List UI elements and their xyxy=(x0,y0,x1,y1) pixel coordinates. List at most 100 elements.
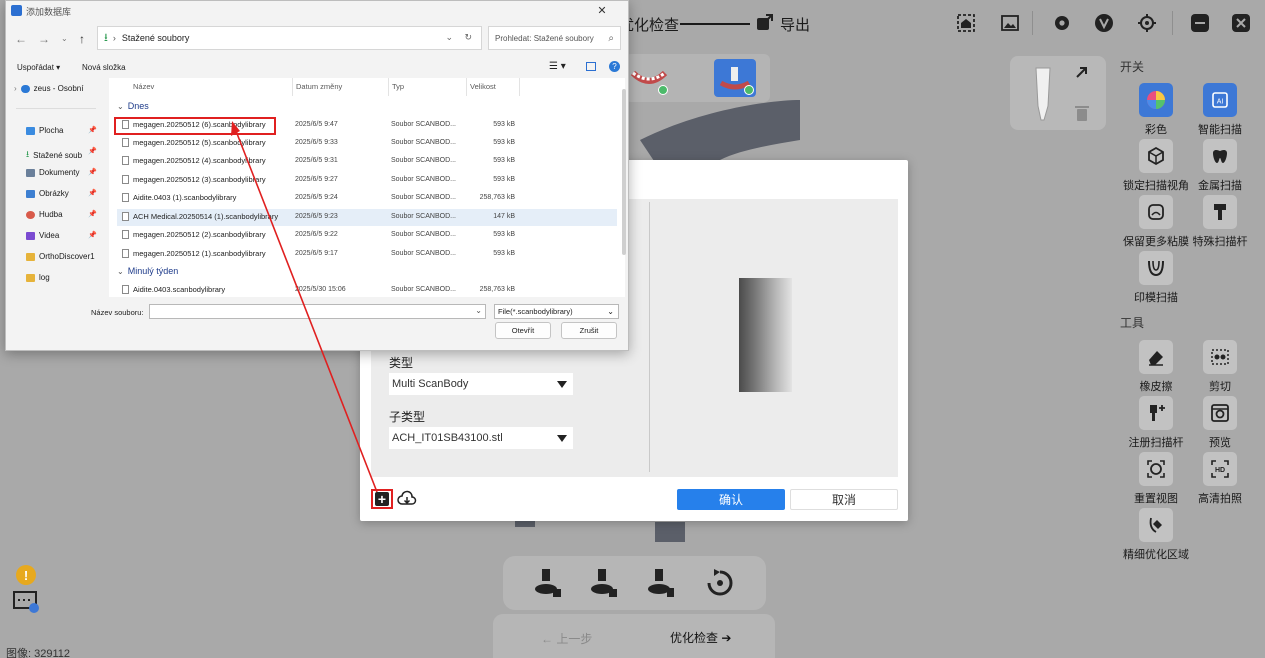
tool-register-rod[interactable]: 注册扫描杆 xyxy=(1121,396,1191,450)
scan-pause-icon[interactable] xyxy=(586,566,620,600)
reset-view-icon xyxy=(1147,460,1165,478)
prev-step-button[interactable]: ← 上一步 xyxy=(541,630,592,647)
trash-icon[interactable] xyxy=(1074,104,1090,122)
filename-input[interactable]: ⌄ xyxy=(149,304,486,319)
tool-keep-mucosa[interactable]: 保留更多粘膜 xyxy=(1121,195,1191,249)
confirm-button[interactable]: 确认 xyxy=(677,489,785,510)
tool-hd-photo[interactable]: HD 高清拍照 xyxy=(1185,452,1255,506)
add-library-button[interactable]: + xyxy=(371,489,393,509)
file-row[interactable]: megagen.20250512 (1).scanbodylibrary 202… xyxy=(117,246,617,263)
up-icon[interactable]: ↑ xyxy=(79,32,85,46)
back-icon[interactable]: ← xyxy=(15,32,27,46)
chevron-down-icon[interactable]: ⌄ xyxy=(61,34,68,43)
column-header-date[interactable]: Datum změny xyxy=(296,82,342,91)
file-row[interactable]: megagen.20250512 (4).scanbodylibrary 202… xyxy=(117,153,617,170)
scrollbar[interactable] xyxy=(622,89,626,255)
group-header-last-week[interactable]: ⌄ Minulý týden xyxy=(117,266,178,276)
file-cancel-button[interactable]: Zrušit xyxy=(561,322,617,339)
dialog-titlebar: 添加数据库 ✕ xyxy=(6,1,630,22)
gear-icon[interactable] xyxy=(1051,12,1073,34)
nav-item-music[interactable]: Hudba xyxy=(26,210,63,219)
tool-metal-scan[interactable]: 金属扫描 xyxy=(1185,139,1255,193)
tool-lock-view[interactable]: 锁定扫描视角 xyxy=(1121,139,1191,193)
pin-icon[interactable]: 📌 xyxy=(88,210,97,218)
workflow-line xyxy=(680,23,750,25)
nav-item-videos[interactable]: Videa xyxy=(26,231,59,240)
cancel-button[interactable]: 取消 xyxy=(790,489,898,510)
organize-button[interactable]: Uspořádat ▾ xyxy=(17,63,60,72)
view-menu-icon[interactable]: ☰ ▾ xyxy=(549,61,566,72)
target-icon[interactable] xyxy=(1136,12,1158,34)
nav-item-orthodiscover[interactable]: OrthoDiscover1 xyxy=(26,252,95,261)
export-label[interactable]: 导出 xyxy=(780,14,810,35)
dropdown-arrow-icon xyxy=(557,380,567,388)
pin-icon[interactable]: 📌 xyxy=(88,231,97,239)
pin-icon[interactable]: 📌 xyxy=(88,189,97,197)
v-logo-icon[interactable] xyxy=(1093,12,1115,34)
tool-reset-view[interactable]: 重置视图 xyxy=(1121,452,1191,506)
help-icon[interactable]: ? xyxy=(609,61,620,72)
next-step-button[interactable]: 优化检查 ➔ xyxy=(670,629,731,646)
type-select[interactable]: Multi ScanBody xyxy=(389,373,573,395)
chevron-down-icon: ⌄ xyxy=(607,307,614,316)
filename-label: Název souboru: xyxy=(91,308,144,317)
column-header-name[interactable]: Název xyxy=(133,82,154,91)
tool-color[interactable]: 彩色 xyxy=(1121,83,1191,137)
search-input[interactable]: Prohledat: Stažené soubory ⌕ xyxy=(488,26,621,50)
pick-arrow-icon[interactable] xyxy=(1074,64,1090,80)
tool-smart-scan[interactable]: AI 智能扫描 xyxy=(1185,83,1255,137)
refresh-icon[interactable]: ↻ xyxy=(464,32,472,43)
minimize-icon[interactable] xyxy=(1189,12,1211,34)
filetype-select[interactable]: File(*.scanbodylibrary) ⌄ xyxy=(494,304,619,319)
monitor-icon[interactable] xyxy=(12,590,40,616)
nav-item-log[interactable]: log xyxy=(26,273,50,282)
chevron-down-icon[interactable]: ⌄ xyxy=(445,32,453,43)
pin-icon[interactable]: 📌 xyxy=(88,147,97,155)
file-row-selected[interactable]: ACH Medical.20250514 (1).scanbodylibrary… xyxy=(117,209,617,226)
group-header-today[interactable]: ⌄ Dnes xyxy=(117,101,149,111)
file-row[interactable]: Aidite.0403 (1).scanbodylibrary 2025/6/5… xyxy=(117,190,617,207)
undo-rotate-icon[interactable] xyxy=(703,566,737,600)
new-folder-button[interactable]: Nová složka xyxy=(82,63,126,72)
close-app-icon[interactable] xyxy=(1230,12,1252,34)
home-view-icon[interactable] xyxy=(955,12,977,34)
nav-item-desktop[interactable]: Plocha xyxy=(26,126,63,135)
cloud-download-icon[interactable] xyxy=(397,490,417,508)
preview-pane-icon[interactable] xyxy=(586,62,596,71)
image-icon[interactable] xyxy=(999,12,1021,34)
file-row[interactable]: megagen.20250512 (5).scanbodylibrary 202… xyxy=(117,135,617,152)
scan-delete-icon[interactable] xyxy=(643,566,677,600)
tool-special-rod[interactable]: 特殊扫描杆 xyxy=(1185,195,1255,249)
forward-icon[interactable]: → xyxy=(38,32,50,46)
cut-icon xyxy=(1211,349,1229,365)
file-row[interactable]: megagen.20250512 (3).scanbodylibrary 202… xyxy=(117,172,617,189)
nav-item-documents[interactable]: Dokumenty xyxy=(26,168,79,177)
tool-impression-scan[interactable]: 印模扫描 xyxy=(1121,251,1191,305)
file-row[interactable]: megagen.20250512 (2).scanbodylibrary 202… xyxy=(117,227,617,244)
address-input[interactable]: ⭳ › Stažené soubory ⌄ ↻ xyxy=(97,26,482,50)
warning-icon[interactable]: ! xyxy=(16,565,36,585)
pin-icon[interactable]: 📌 xyxy=(88,126,97,134)
scanbody-thumb[interactable] xyxy=(714,59,756,97)
picture-icon xyxy=(26,189,35,198)
nav-item-downloads[interactable]: ⭳ Stažené soub xyxy=(26,147,82,163)
tool-refine-area[interactable]: 精细优化区域 xyxy=(1121,508,1191,562)
column-header-type[interactable]: Typ xyxy=(392,82,404,91)
tool-cut[interactable]: 剪切 xyxy=(1185,340,1255,394)
export-icon[interactable] xyxy=(754,12,776,34)
status-text: 图像: 329112 xyxy=(6,648,71,658)
scan-lock-icon[interactable] xyxy=(530,566,564,600)
tool-eraser[interactable]: 橡皮擦 xyxy=(1121,340,1191,394)
open-button[interactable]: Otevřít xyxy=(495,322,551,339)
subtype-select[interactable]: ACH_IT01SB43100.stl xyxy=(389,427,573,449)
tool-preview[interactable]: 预览 xyxy=(1185,396,1255,450)
nav-item-pictures[interactable]: Obrázky xyxy=(26,189,69,198)
close-icon[interactable]: ✕ xyxy=(595,4,609,17)
file-row[interactable]: Aidite.0403.scanbodylibrary 2025/5/30 15… xyxy=(117,282,617,297)
file-icon xyxy=(122,285,129,294)
column-header-size[interactable]: Velikost xyxy=(470,82,496,91)
pin-icon[interactable]: 📌 xyxy=(88,168,97,176)
lower-jaw-thumb[interactable] xyxy=(628,59,670,97)
chevron-down-icon[interactable]: ⌄ xyxy=(475,306,482,315)
nav-item-onedrive[interactable]: › zeus - Osobní xyxy=(14,84,83,93)
